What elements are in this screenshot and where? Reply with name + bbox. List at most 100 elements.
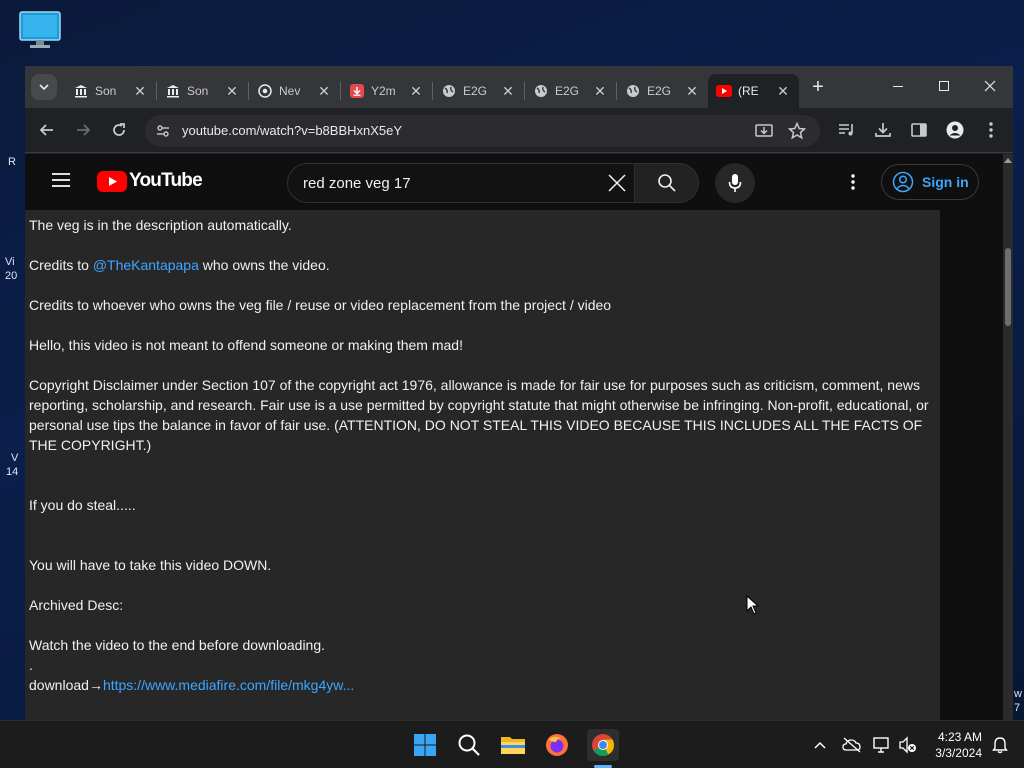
youtube-logo[interactable]: YouTube	[97, 170, 203, 192]
microphone-icon	[728, 174, 742, 192]
download-app-icon	[349, 83, 365, 99]
description-line: The veg is in the description automatica…	[29, 217, 292, 233]
search-input[interactable]: red zone veg 17	[287, 163, 635, 203]
firefox-button[interactable]	[543, 731, 571, 759]
channel-mention-link[interactable]: @TheKantapapa	[93, 257, 199, 273]
new-tab-button[interactable]: +	[805, 76, 831, 99]
desktop-label-fragment: 14	[6, 466, 19, 478]
description-line: download→https://www.mediafire.com/file/…	[29, 675, 937, 695]
maximize-icon	[939, 81, 949, 91]
close-window-button[interactable]	[967, 66, 1013, 106]
globe-icon	[625, 83, 641, 99]
description-line: Watch the video to the end before downlo…	[29, 637, 326, 653]
cloud-off-icon	[842, 737, 861, 753]
side-panel-button[interactable]	[907, 118, 931, 142]
forward-button[interactable]	[71, 118, 95, 142]
tab-title: Y2m	[371, 84, 396, 98]
download-icon	[875, 123, 891, 137]
chrome-icon	[257, 83, 273, 99]
close-tab-icon[interactable]: ✕	[132, 83, 148, 100]
sign-in-button[interactable]: Sign in	[881, 164, 979, 200]
bank-icon	[165, 83, 181, 99]
tab-title: E2G	[555, 84, 580, 98]
show-hidden-icons-button[interactable]	[806, 731, 834, 759]
browser-toolbar: youtube.com/watch?v=b8BBHxnX5eY	[25, 108, 1013, 153]
settings-menu-button[interactable]	[851, 174, 855, 195]
description-line: If you do steal.....	[29, 497, 136, 513]
media-controls-button[interactable]	[835, 118, 859, 142]
tab-son-1[interactable]: Son ✕	[65, 74, 156, 108]
volume-button[interactable]	[894, 731, 922, 759]
tab-e2g-2[interactable]: E2G ✕	[525, 74, 616, 108]
forward-arrow-icon	[77, 124, 91, 136]
person-icon	[946, 121, 964, 139]
side-panel-icon	[911, 123, 927, 137]
taskbar-search-button[interactable]	[455, 731, 483, 759]
chrome-icon	[592, 734, 614, 756]
file-explorer-button[interactable]	[499, 731, 527, 759]
chevron-up-icon	[814, 741, 826, 749]
start-button[interactable]	[411, 731, 439, 759]
back-button[interactable]	[35, 118, 59, 142]
maximize-button[interactable]	[921, 66, 967, 106]
tab-search-button[interactable]	[31, 74, 57, 100]
search-input-value: red zone veg 17	[303, 175, 411, 192]
tab-title: (RE	[738, 84, 759, 98]
minimize-button[interactable]	[875, 66, 921, 106]
description-line: .	[29, 657, 33, 673]
hamburger-menu-icon[interactable]	[51, 172, 71, 193]
bookmark-star-icon[interactable]	[787, 121, 807, 145]
chrome-window: Son ✕ Son ✕ Nev ✕ Y2m ✕ E2G ✕ E2G ✕ E2G …	[25, 66, 1013, 720]
computer-desktop-icon[interactable]	[18, 10, 62, 50]
tab-e2g-1[interactable]: E2G ✕	[433, 74, 524, 108]
clock-date: 3/3/2024	[935, 746, 982, 760]
close-tab-icon[interactable]: ✕	[500, 83, 516, 100]
tab-e2g-3[interactable]: E2G ✕	[617, 74, 708, 108]
system-clock[interactable]: 4:23 AM 3/3/2024	[935, 729, 982, 761]
account-circle-icon	[892, 171, 914, 193]
desktop-label-fragment: Vi	[5, 256, 15, 268]
tab-strip: Son ✕ Son ✕ Nev ✕ Y2m ✕ E2G ✕ E2G ✕ E2G …	[25, 66, 1013, 108]
mouse-cursor-icon	[746, 595, 760, 615]
close-tab-icon[interactable]: ✕	[592, 83, 608, 100]
search-icon	[657, 174, 676, 192]
address-bar[interactable]: youtube.com/watch?v=b8BBHxnX5eY	[145, 115, 820, 147]
site-info-icon[interactable]	[155, 123, 171, 144]
tab-youtube-active[interactable]: (RE ✕	[708, 74, 799, 108]
notifications-button[interactable]	[986, 731, 1014, 759]
close-tab-icon[interactable]: ✕	[224, 83, 240, 100]
chrome-menu-button[interactable]	[979, 118, 1003, 142]
tab-new-tab[interactable]: Nev ✕	[249, 74, 340, 108]
tab-son-2[interactable]: Son ✕	[157, 74, 248, 108]
chrome-taskbar-button[interactable]	[587, 729, 619, 761]
downloads-button[interactable]	[871, 118, 895, 142]
clear-search-icon[interactable]	[608, 174, 626, 197]
profile-button[interactable]	[943, 118, 967, 142]
description-text: The veg is in the description automatica…	[29, 215, 937, 695]
chevron-down-icon	[39, 84, 49, 91]
voice-search-button[interactable]	[715, 163, 755, 203]
tab-y2mate[interactable]: Y2m ✕	[341, 74, 432, 108]
globe-icon	[533, 83, 549, 99]
globe-icon	[441, 83, 457, 99]
network-button[interactable]	[868, 731, 896, 759]
onedrive-button[interactable]	[838, 731, 866, 759]
close-tab-icon[interactable]: ✕	[408, 83, 424, 100]
page-scrollbar[interactable]	[1003, 154, 1013, 720]
desktop-label-fragment: R	[8, 156, 16, 168]
search-button[interactable]	[635, 163, 699, 203]
tab-title: Son	[187, 84, 209, 98]
close-tab-icon[interactable]: ✕	[775, 83, 791, 100]
video-description-panel: The veg is in the description automatica…	[25, 210, 940, 720]
mediafire-link[interactable]: https://www.mediafire.com/file/mkg4yw...	[103, 677, 354, 693]
more-vertical-icon	[989, 122, 993, 138]
search-icon	[458, 734, 480, 756]
scrollbar-thumb[interactable]	[1005, 248, 1011, 326]
close-tab-icon[interactable]: ✕	[316, 83, 332, 100]
install-app-icon[interactable]	[755, 122, 773, 145]
close-tab-icon[interactable]: ✕	[684, 83, 700, 100]
windows-taskbar: 4:23 AM 3/3/2024	[0, 720, 1024, 768]
youtube-wordmark: YouTube	[129, 170, 203, 191]
reload-button[interactable]	[107, 118, 131, 142]
scroll-up-arrow-icon[interactable]	[1003, 156, 1013, 164]
